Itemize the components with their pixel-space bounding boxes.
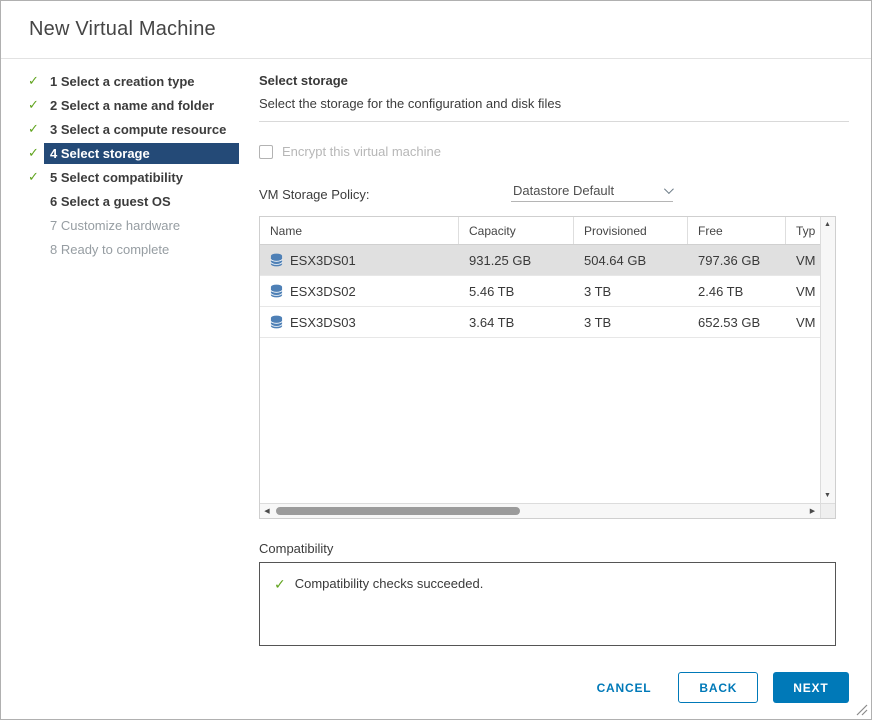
datastore-name: ESX3DS03 xyxy=(290,314,356,330)
column-header-provisioned[interactable]: Provisioned xyxy=(574,217,688,244)
chevron-down-icon xyxy=(663,184,674,195)
vm-storage-policy-value: Datastore Default xyxy=(513,183,615,198)
datastore-table: Name Capacity Provisioned Free Typ ESX3D… xyxy=(259,216,836,519)
horizontal-scrollbar-track[interactable] xyxy=(274,504,806,518)
cell-capacity: 931.25 GB xyxy=(469,252,532,268)
scroll-right-icon[interactable]: ▶ xyxy=(806,507,820,516)
scrollbar-corner xyxy=(819,503,835,518)
datastore-row-esx3ds01[interactable]: ESX3DS01 931.25 GB 504.64 GB 797.36 GB V… xyxy=(260,245,820,276)
step-item-2[interactable]: ✓ 2 Select a name and folder xyxy=(28,93,239,117)
horizontal-scrollbar-thumb[interactable] xyxy=(276,507,521,515)
encrypt-vm-checkbox[interactable] xyxy=(259,144,273,159)
cell-provisioned: 3 TB xyxy=(584,314,612,330)
new-vm-wizard-dialog: New Virtual Machine ✓ 1 Select a creatio… xyxy=(0,0,872,720)
cell-provisioned: 504.64 GB xyxy=(584,252,647,268)
vm-storage-policy-select[interactable]: Datastore Default xyxy=(511,183,674,202)
step-item-4-current[interactable]: ✓ 4 Select storage xyxy=(28,141,239,165)
check-icon: ✓ xyxy=(28,73,39,88)
scroll-down-icon[interactable]: ▼ xyxy=(821,491,835,500)
step-item-5[interactable]: ✓ 5 Select compatibility xyxy=(28,165,239,189)
step-item-8: 8 Ready to complete xyxy=(28,237,239,261)
step-label: 3 Select a compute resource xyxy=(50,121,227,137)
column-header-name[interactable]: Name xyxy=(260,217,459,244)
vm-storage-policy-label: VM Storage Policy: xyxy=(259,187,370,202)
cell-free: 797.36 GB xyxy=(698,252,761,268)
wizard-footer: CANCEL BACK NEXT xyxy=(259,672,849,703)
datastore-name: ESX3DS02 xyxy=(290,283,356,299)
step-item-1[interactable]: ✓ 1 Select a creation type xyxy=(28,69,239,93)
next-button[interactable]: NEXT xyxy=(773,672,849,703)
step-item-7: 7 Customize hardware xyxy=(28,213,239,237)
step-label: 4 Select storage xyxy=(44,142,239,164)
check-icon: ✓ xyxy=(28,145,39,160)
datastore-row-esx3ds02[interactable]: ESX3DS02 5.46 TB 3 TB 2.46 TB VM xyxy=(260,276,820,307)
step-label: 5 Select compatibility xyxy=(50,169,183,185)
cell-type: VM xyxy=(796,252,816,268)
datastore-icon xyxy=(270,253,283,267)
step-label: 8 Ready to complete xyxy=(50,241,170,257)
cell-capacity: 3.64 TB xyxy=(469,314,515,330)
cell-type: VM xyxy=(796,283,816,299)
vertical-scrollbar[interactable]: ▲ ▼ xyxy=(819,217,835,503)
dialog-title: New Virtual Machine xyxy=(29,18,216,40)
step-label: 6 Select a guest OS xyxy=(50,193,171,209)
cell-type: VM xyxy=(796,314,816,330)
column-header-free[interactable]: Free xyxy=(688,217,786,244)
cell-free: 652.53 GB xyxy=(698,314,761,330)
vm-storage-policy-row: VM Storage Policy: Datastore Default xyxy=(259,183,849,202)
success-check-icon: ✓ xyxy=(274,576,286,592)
step-label: 2 Select a name and folder xyxy=(50,97,215,113)
scroll-up-icon[interactable]: ▲ xyxy=(821,220,835,229)
encrypt-vm-option: Encrypt this virtual machine xyxy=(259,144,849,159)
wizard-content: Select storage Select the storage for th… xyxy=(239,59,871,719)
check-icon: ✓ xyxy=(28,97,39,112)
cell-capacity: 5.46 TB xyxy=(469,283,515,299)
cell-free: 2.46 TB xyxy=(698,283,744,299)
divider xyxy=(259,121,849,122)
horizontal-scrollbar[interactable]: ◀ ▶ xyxy=(260,503,820,518)
cell-provisioned: 3 TB xyxy=(584,283,612,299)
compatibility-box: ✓ Compatibility checks succeeded. xyxy=(259,562,836,646)
step-label: 7 Customize hardware xyxy=(50,217,181,233)
cancel-button[interactable]: CANCEL xyxy=(583,672,666,703)
compatibility-label: Compatibility xyxy=(259,541,334,556)
page-subheading: Select the storage for the configuration… xyxy=(259,96,562,111)
step-item-6[interactable]: 6 Select a guest OS xyxy=(28,189,239,213)
datastore-icon xyxy=(270,315,283,329)
datastore-table-header: Name Capacity Provisioned Free Typ xyxy=(260,217,820,245)
datastore-name: ESX3DS01 xyxy=(290,252,356,268)
dialog-titlebar: New Virtual Machine xyxy=(1,1,871,59)
compatibility-message: Compatibility checks succeeded. xyxy=(294,576,484,591)
datastore-row-esx3ds03[interactable]: ESX3DS03 3.64 TB 3 TB 652.53 GB VM xyxy=(260,307,820,338)
step-label: 1 Select a creation type xyxy=(50,73,195,89)
step-item-3[interactable]: ✓ 3 Select a compute resource xyxy=(28,117,239,141)
resize-grip-icon[interactable] xyxy=(855,703,868,716)
column-header-capacity[interactable]: Capacity xyxy=(459,217,574,244)
column-header-type[interactable]: Typ xyxy=(786,217,820,244)
page-heading: Select storage xyxy=(259,73,348,88)
check-icon: ✓ xyxy=(28,169,39,184)
datastore-icon xyxy=(270,284,283,298)
check-icon: ✓ xyxy=(28,121,39,136)
scroll-left-icon[interactable]: ◀ xyxy=(260,507,274,516)
wizard-steps-nav: ✓ 1 Select a creation type ✓ 2 Select a … xyxy=(1,59,239,719)
encrypt-vm-label: Encrypt this virtual machine xyxy=(282,144,441,159)
back-button[interactable]: BACK xyxy=(678,672,759,703)
